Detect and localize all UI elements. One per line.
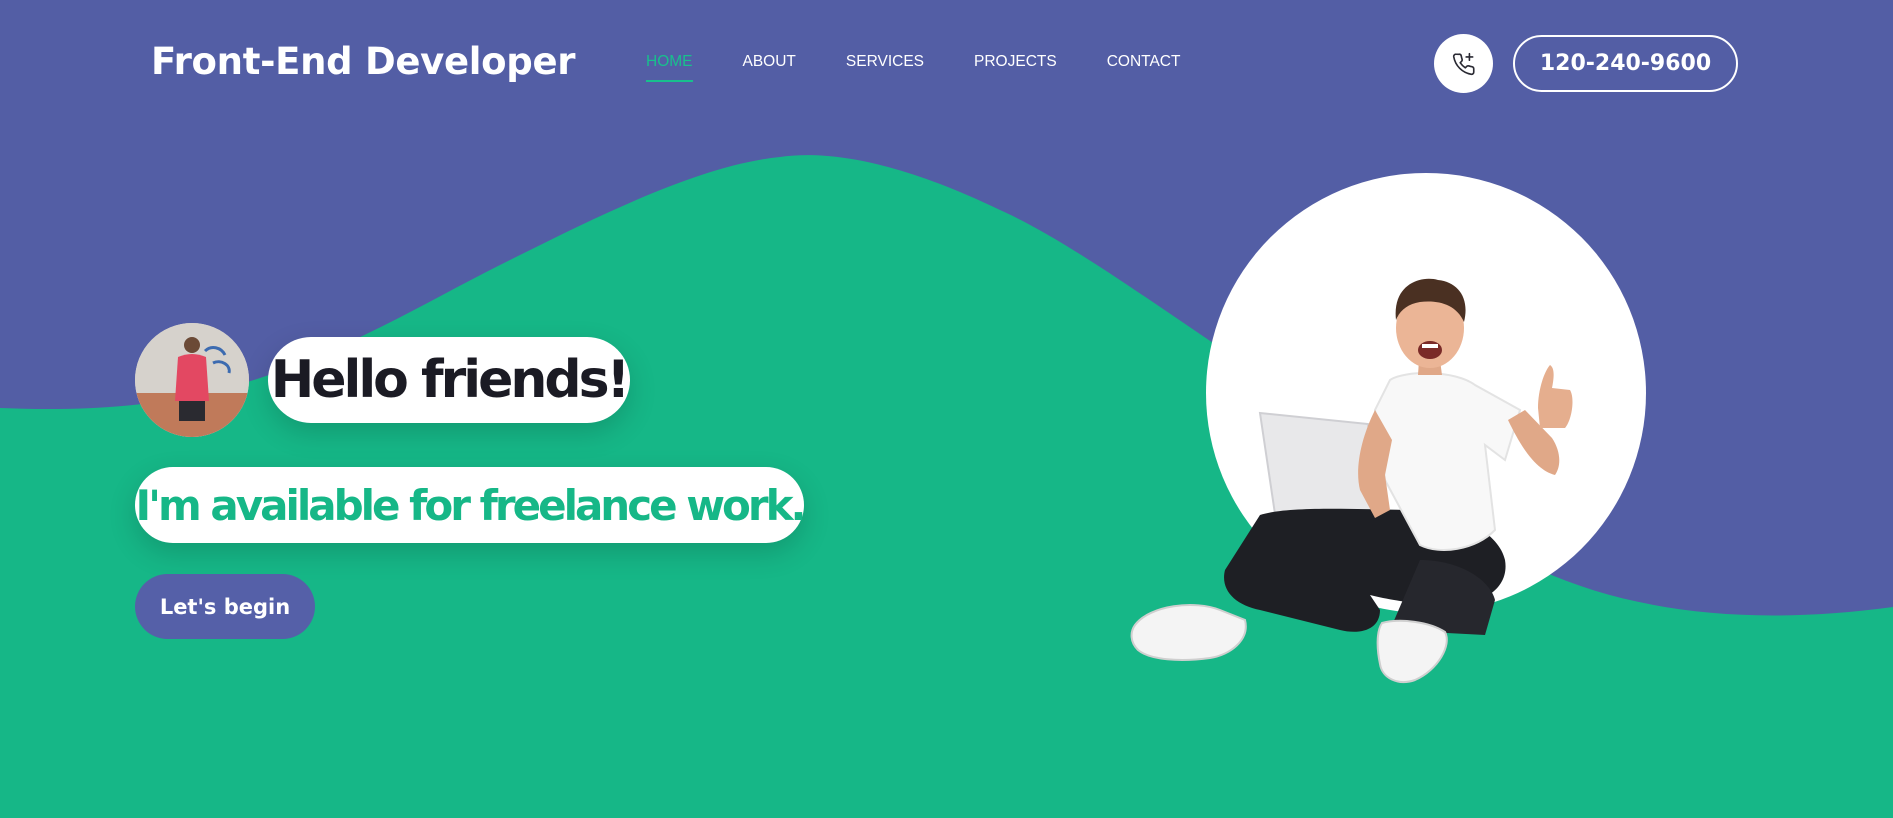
- call-button[interactable]: [1434, 34, 1493, 93]
- developer-illustration: [1130, 278, 1573, 683]
- main-nav: HOME ABOUT SERVICES PROJECTS CONTACT: [646, 53, 1230, 82]
- avatar-photo: [135, 323, 249, 437]
- nav-about[interactable]: ABOUT: [743, 53, 796, 82]
- greeting-bubble: Hello friends!: [268, 337, 630, 423]
- site-header: Front-End Developer HOME ABOUT SERVICES …: [0, 0, 1893, 126]
- nav-home[interactable]: HOME: [646, 53, 693, 82]
- nav-services[interactable]: SERVICES: [846, 53, 924, 82]
- greeting-text: Hello friends!: [270, 350, 631, 410]
- lets-begin-button[interactable]: Let's begin: [135, 574, 315, 639]
- left-shoe: [1130, 604, 1247, 661]
- phone-plus-icon: [1452, 52, 1475, 75]
- phone-number-button[interactable]: 120-240-9600: [1513, 35, 1738, 92]
- avatar: [135, 323, 249, 437]
- right-shoe: [1376, 619, 1448, 683]
- brand-logo[interactable]: Front-End Developer: [151, 40, 576, 83]
- nav-contact[interactable]: CONTACT: [1107, 53, 1181, 82]
- tagline-text: I'm available for freelance work.: [135, 480, 807, 530]
- tagline-bubble: I'm available for freelance work.: [135, 467, 807, 543]
- nav-projects[interactable]: PROJECTS: [974, 53, 1057, 82]
- thumbs-up-hand: [1538, 365, 1573, 428]
